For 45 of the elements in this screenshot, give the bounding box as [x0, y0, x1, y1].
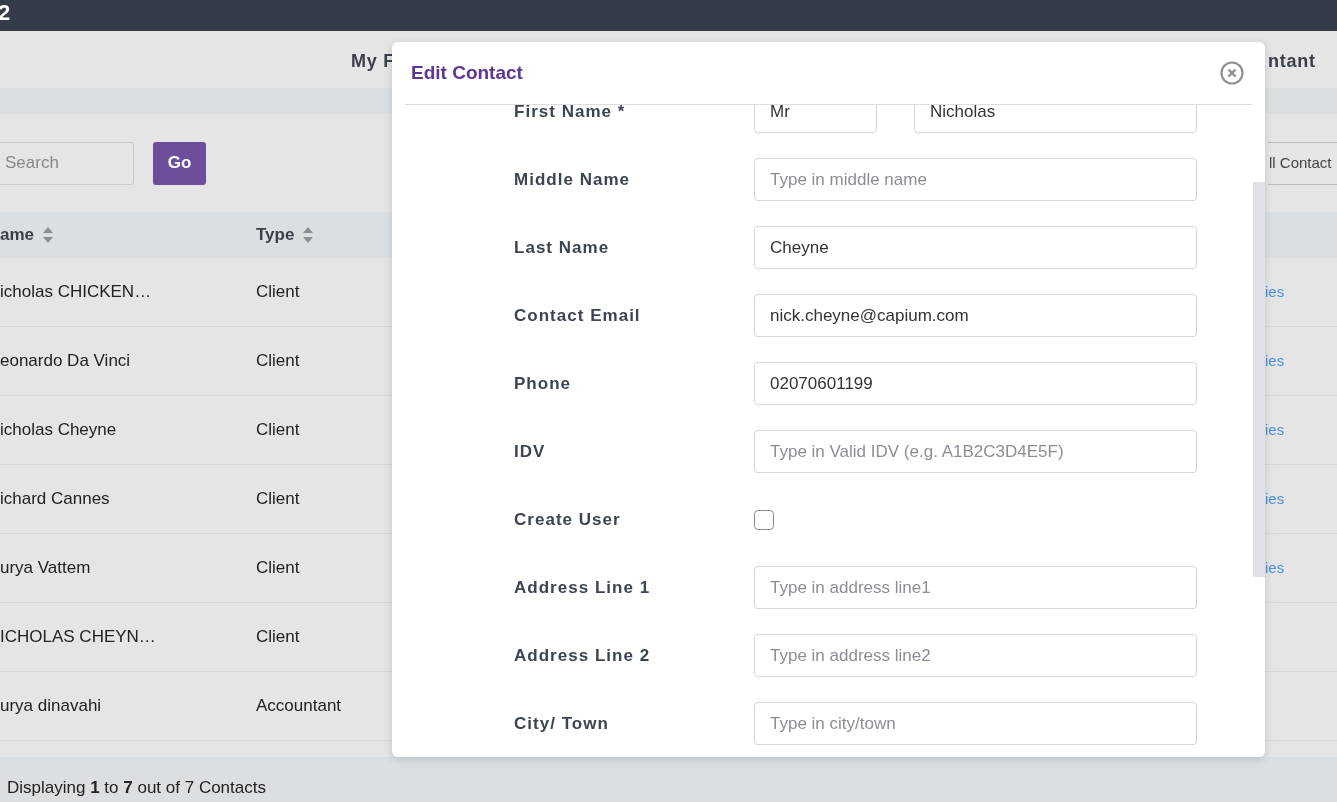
type-cell-text: Client — [256, 626, 300, 649]
go-button[interactable]: Go — [153, 141, 206, 185]
name-cell-text: urya dinavahi — [0, 695, 103, 718]
field-label: First Name * — [514, 105, 627, 123]
close-icon[interactable] — [1220, 61, 1244, 85]
search-field[interactable]: Search — [0, 141, 134, 185]
scrollbar[interactable] — [1253, 182, 1265, 577]
text-field[interactable]: Type in address line1 — [754, 566, 1197, 609]
text-field[interactable]: nick.cheyne@capium.com — [754, 294, 1197, 337]
name-cell-text: icholas CHICKEN… — [0, 281, 153, 304]
name-cell-text: ichard Cannes — [0, 488, 111, 511]
first-name-field[interactable]: Nicholas — [914, 105, 1197, 133]
type-cell-text: Client — [256, 488, 300, 511]
text-field[interactable]: Type in address line2 — [754, 634, 1197, 677]
field-label: Middle Name — [514, 168, 632, 191]
dialog-title: Edit Contact — [411, 60, 523, 85]
field-label: Create User — [514, 508, 622, 531]
field-label: City/ Town — [514, 712, 610, 735]
text-field[interactable]: 02070601199 — [754, 362, 1197, 405]
type-cell-text: Client — [256, 281, 300, 304]
text-field[interactable]: Type in Valid IDV (e.g. A1B2C3D4E5F) — [754, 430, 1197, 473]
column-header[interactable]: Type — [256, 222, 315, 248]
field-label: Phone — [514, 372, 573, 395]
text-field[interactable]: Cheyne — [754, 226, 1197, 269]
field-label: IDV — [514, 440, 547, 463]
type-cell-text: Client — [256, 350, 300, 373]
text-field[interactable]: Type in middle name — [754, 158, 1197, 201]
name-cell-text: icholas Cheyne — [0, 419, 118, 442]
field-label: Address Line 1 — [514, 576, 652, 599]
contacts-button[interactable]: ll Contact — [1268, 141, 1337, 185]
field-label: Contact Email — [514, 304, 642, 327]
type-cell-text: Accountant — [256, 695, 342, 718]
pagination-summary: Displaying 1 to 7 out of 7 Contacts — [7, 777, 266, 799]
name-cell-text: eonardo Da Vinci — [0, 350, 132, 373]
sub-nav-link[interactable]: ntant — [1268, 48, 1316, 75]
field-label: Last Name — [514, 236, 611, 259]
title-field[interactable]: Mr — [754, 105, 877, 133]
name-cell-text: urya Vattem — [0, 557, 92, 580]
field-label: Address Line 2 — [514, 644, 652, 667]
type-cell-text: Client — [256, 557, 300, 580]
text-field[interactable]: Type in city/town — [754, 702, 1197, 745]
checkbox[interactable] — [754, 509, 774, 530]
name-cell-text: ICHOLAS CHEYN… — [0, 626, 157, 649]
type-cell-text: Client — [256, 419, 300, 442]
column-header[interactable]: ame — [0, 222, 256, 248]
